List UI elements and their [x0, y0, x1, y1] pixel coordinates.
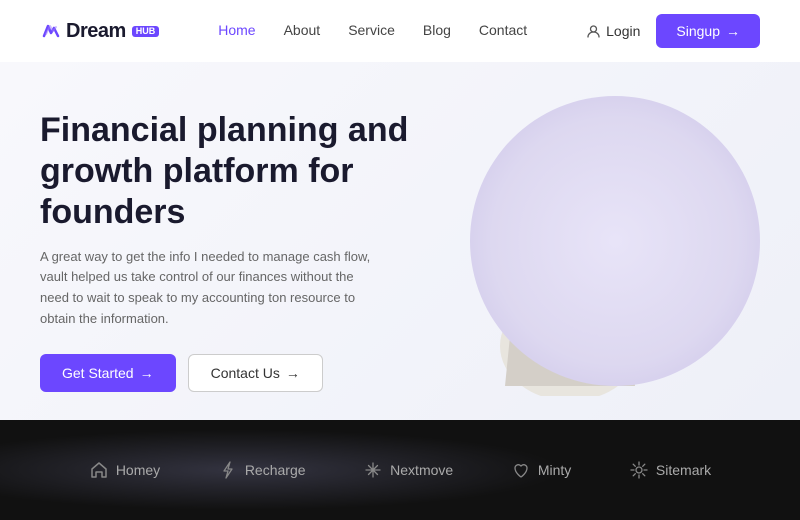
signup-button[interactable]: Singup → [656, 14, 760, 48]
arrow-right-icon: → [140, 365, 154, 381]
brand-minty-label: Minty [538, 462, 571, 478]
arrow-icon: → [726, 23, 740, 39]
login-label: Login [606, 23, 640, 39]
hero-circle-background [470, 96, 760, 386]
brands-strip: Homey Recharge Nextmove Minty [0, 420, 800, 520]
sitemark-icon [629, 460, 649, 480]
brand-nextmove: Nextmove [363, 460, 453, 480]
nav-links: Home About Service Blog Contact [218, 22, 527, 40]
nav-item-blog[interactable]: Blog [423, 22, 451, 40]
logo: Dream HUB [40, 20, 159, 43]
get-started-button[interactable]: Get Started → [40, 354, 176, 392]
nextmove-icon [363, 460, 383, 480]
hero-title: Financial planning and growth platform f… [40, 110, 440, 232]
arrow-right-outline-icon: → [286, 365, 300, 381]
login-button[interactable]: Login [586, 23, 640, 39]
nav-actions: Login Singup → [586, 14, 760, 48]
minty-icon [511, 460, 531, 480]
brand-homey-label: Homey [116, 462, 160, 478]
contact-us-label: Contact Us [211, 365, 280, 381]
brand-sitemark-label: Sitemark [656, 462, 711, 478]
nav-item-home[interactable]: Home [218, 22, 255, 40]
user-icon [586, 24, 601, 39]
hero-image-wrap [440, 86, 760, 416]
brand-sitemark: Sitemark [629, 460, 711, 480]
contact-us-button[interactable]: Contact Us → [188, 354, 323, 392]
homey-icon [89, 460, 109, 480]
signup-label: Singup [676, 23, 720, 39]
brand-recharge: Recharge [218, 460, 306, 480]
brand-nextmove-label: Nextmove [390, 462, 453, 478]
hero-description: A great way to get the info I needed to … [40, 247, 380, 330]
logo-text: Dream [66, 20, 126, 43]
brand-recharge-label: Recharge [245, 462, 306, 478]
hero-content: Financial planning and growth platform f… [40, 110, 440, 392]
nav-item-contact[interactable]: Contact [479, 22, 527, 40]
hero-section: Financial planning and growth platform f… [0, 62, 800, 420]
brand-homey: Homey [89, 460, 160, 480]
nav-item-service[interactable]: Service [348, 22, 395, 40]
get-started-label: Get Started [62, 365, 134, 381]
logo-icon [40, 20, 62, 42]
logo-hub-badge: HUB [132, 26, 160, 37]
nav-item-about[interactable]: About [284, 22, 321, 40]
navbar: Dream HUB Home About Service Blog Contac… [0, 0, 800, 62]
brand-minty: Minty [511, 460, 571, 480]
hero-buttons: Get Started → Contact Us → [40, 354, 440, 392]
recharge-icon [218, 460, 238, 480]
